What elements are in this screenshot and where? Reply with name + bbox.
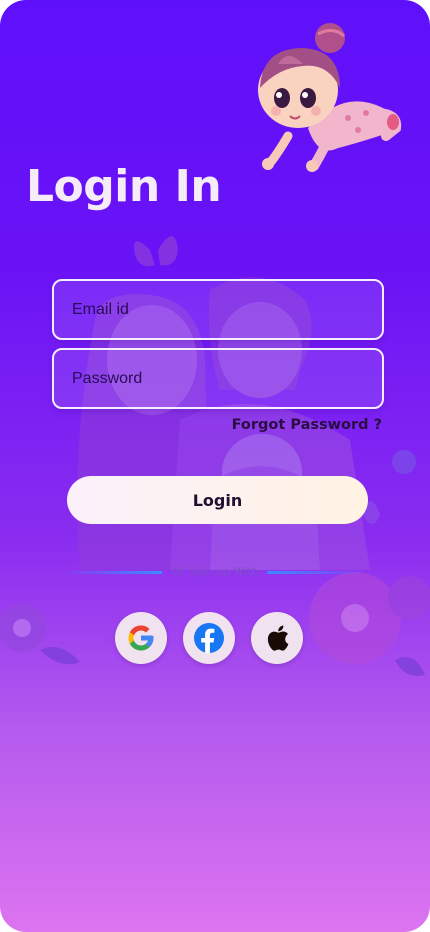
login-button[interactable]: Login [67, 476, 368, 524]
baby-illustration [258, 23, 402, 172]
facebook-icon [194, 623, 224, 654]
google-signup-button[interactable] [115, 612, 167, 664]
login-screen: Login In Forgot Password ? Login Or Sign… [0, 0, 430, 932]
page-title: Login In [26, 161, 222, 212]
apple-signup-button[interactable] [251, 612, 303, 664]
google-icon [128, 625, 154, 651]
password-input[interactable] [54, 350, 382, 407]
password-field[interactable] [52, 348, 384, 409]
apple-icon [267, 625, 289, 651]
social-divider-label: Or Sign up With [171, 565, 259, 578]
forgot-password-link[interactable]: Forgot Password ? [232, 417, 382, 433]
email-field[interactable] [52, 279, 384, 340]
email-input[interactable] [54, 281, 382, 338]
facebook-signup-button[interactable] [183, 612, 235, 664]
